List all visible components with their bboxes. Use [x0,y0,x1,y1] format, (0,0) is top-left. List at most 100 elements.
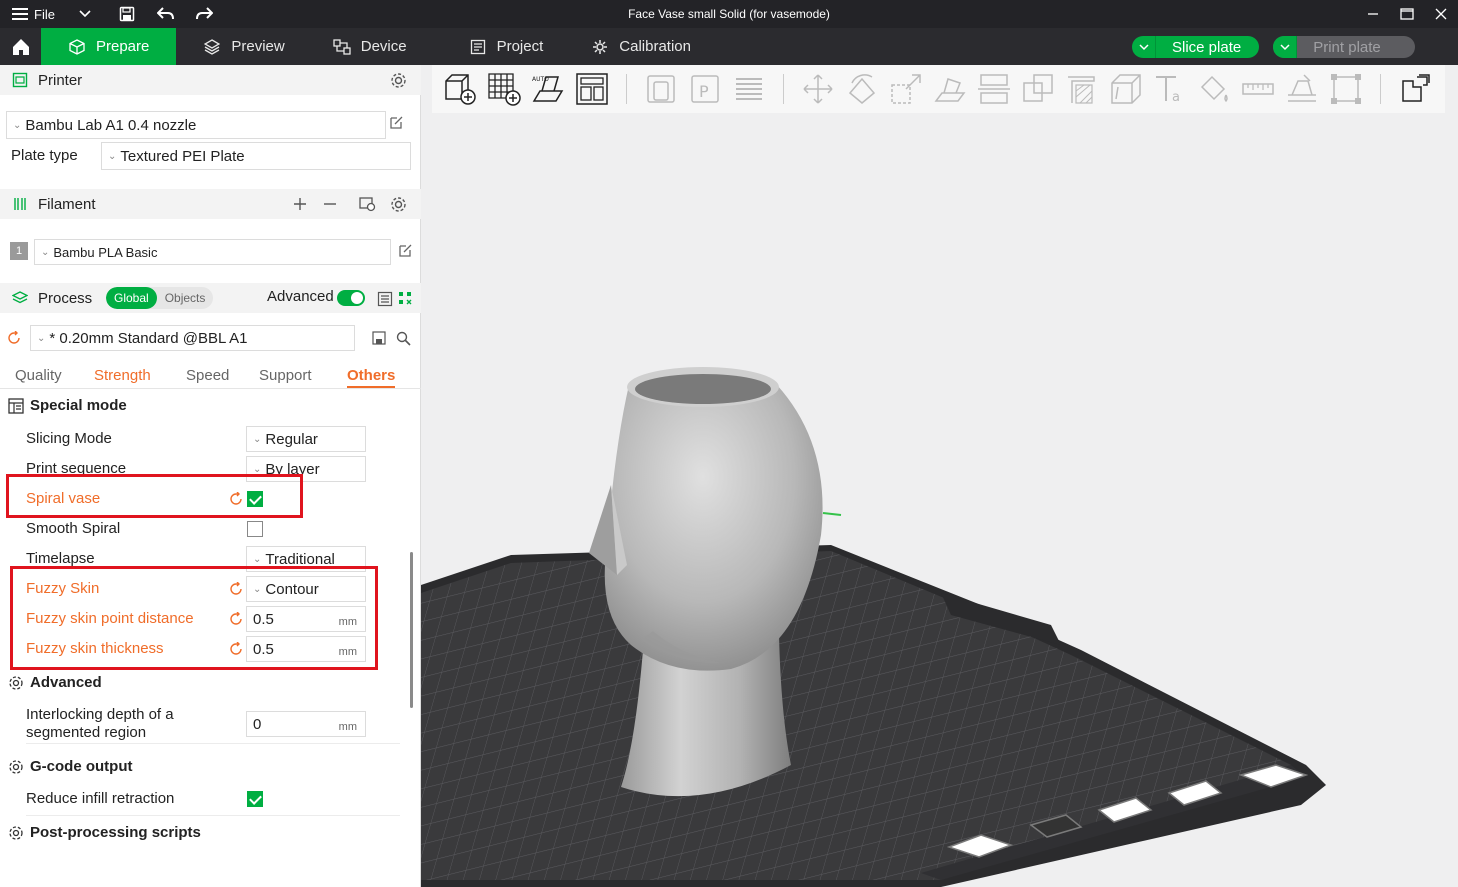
scene-canvas[interactable] [421,65,1458,887]
undo-icon [156,7,174,20]
modified-reset-icon[interactable] [7,331,21,345]
print-plate-button[interactable]: Print plate [1273,36,1415,58]
slice-plate-button[interactable]: Slice plate [1132,36,1260,58]
post-processing-group: Post-processing scripts [8,824,201,841]
redo-button[interactable] [185,0,223,28]
undo-button[interactable] [147,0,185,28]
timelapse-label: Timelapse [26,550,95,567]
gcode-output-group: G-code output [8,758,132,775]
slicing-mode-label: Slicing Mode [26,430,112,447]
advanced-group: Advanced [8,674,102,691]
tab-calibration-label: Calibration [619,38,691,55]
reduce-infill-label: Reduce infill retraction [26,790,175,807]
file-dropdown-button[interactable] [63,0,107,28]
tab-preview[interactable]: Preview [176,28,312,65]
tab-others[interactable]: Others [347,367,396,388]
close-button[interactable] [1424,0,1458,28]
tab-support[interactable]: Support [259,367,312,384]
file-menu-button[interactable]: File [0,0,63,28]
scope-global-option[interactable]: Global [106,287,157,309]
maximize-icon [1400,8,1414,20]
cube-icon [68,38,86,56]
advanced-toggle-label: Advanced [267,288,334,305]
special-mode-icon [8,397,24,414]
save-button[interactable] [107,0,147,28]
filament-select-value: Bambu PLA Basic [53,244,158,260]
gear-icon[interactable] [390,196,407,213]
chevron-down-icon: ⌄ [253,463,262,475]
3d-viewport[interactable]: AUTO P a [421,65,1458,887]
edit-printer-button[interactable] [389,115,404,133]
reduce-infill-checkbox[interactable] [247,791,263,807]
timelapse-value: Traditional [265,550,335,568]
save-preset-icon[interactable] [372,331,386,345]
special-mode-title: Special mode [30,397,127,414]
edit-icon [399,244,412,257]
save-icon [119,6,135,22]
compare-icon[interactable] [398,291,412,305]
sync-filament-icon[interactable] [358,196,376,212]
settings-scrollbar[interactable] [410,552,413,708]
advanced-toggle[interactable] [337,290,365,306]
tab-prepare[interactable]: Prepare [41,28,177,65]
tab-quality[interactable]: Quality [15,367,62,384]
gcode-gear-icon [9,759,23,774]
printer-icon [12,72,28,88]
plate-type-select[interactable]: ⌄ Textured PEI Plate [101,142,411,170]
maximize-button[interactable] [1390,0,1424,28]
process-preset-value: * 0.20mm Standard @BBL A1 [49,329,248,347]
interlocking-depth-input[interactable]: 0 mm [246,711,366,737]
remove-icon[interactable] [322,196,338,212]
chevron-down-icon[interactable] [1132,36,1156,58]
project-icon [469,38,487,56]
tab-strength[interactable]: Strength [94,367,151,384]
home-button[interactable] [0,28,41,65]
gear-icon[interactable] [390,72,407,89]
process-layers-icon [12,291,28,304]
post-processing-gear-icon [9,825,23,840]
slicing-mode-value: Regular [265,430,318,448]
list-view-icon[interactable] [377,291,393,307]
interlocking-label-line-1: Interlocking depth of a [26,706,174,723]
tab-project[interactable]: Project [435,28,572,65]
device-icon [333,38,351,56]
layers-icon [203,38,221,56]
add-icon[interactable] [292,196,308,212]
chevron-down-icon: ⌄ [253,553,262,565]
minimize-icon [1368,13,1378,15]
minimize-button[interactable] [1356,0,1390,28]
build-plate [421,545,1326,887]
interlocking-depth-value: 0 [253,715,262,733]
gcode-output-title: G-code output [30,758,133,775]
tab-speed[interactable]: Speed [186,367,229,384]
smooth-spiral-checkbox[interactable] [247,521,263,537]
process-preset-select[interactable]: ⌄ * 0.20mm Standard @BBL A1 [30,325,355,351]
interlocking-depth-label: Interlocking depth of a segmented region [26,706,174,742]
tab-device[interactable]: Device [313,28,435,65]
title-bar: File Face Vase small Solid (for vasemode… [0,0,1458,28]
process-scope-switch: Global Objects [106,287,214,309]
plate-type-value: Textured PEI Plate [120,147,245,165]
menu-icon [12,8,28,20]
interlocking-label-line-2: segmented region [26,724,147,741]
file-menu-label: File [34,6,55,22]
slicing-mode-select[interactable]: ⌄ Regular [246,426,366,452]
chevron-down-icon: ⌄ [253,433,262,445]
filament-icon [14,198,26,210]
chevron-down-icon: ⌄ [108,150,117,162]
special-mode-group: Special mode [8,397,127,414]
filament-select[interactable]: ⌄ Bambu PLA Basic [34,239,391,265]
chevron-down-icon[interactable] [1273,36,1298,58]
printer-section-title: Printer [38,71,83,89]
filament-section-title: Filament [38,195,96,213]
scope-objects-option[interactable]: Objects [157,287,214,309]
edit-filament-button[interactable] [398,243,413,261]
print-plate-label: Print plate [1313,38,1381,56]
search-icon[interactable] [396,331,411,346]
advanced-title: Advanced [30,674,102,691]
tab-calibration[interactable]: Calibration [571,28,719,65]
smooth-spiral-label: Smooth Spiral [26,520,121,537]
printer-select[interactable]: ⌄ Bambu Lab A1 0.4 nozzle [6,111,386,139]
printer-section-header: Printer [0,65,421,95]
plate-type-label: Plate type [11,147,78,164]
